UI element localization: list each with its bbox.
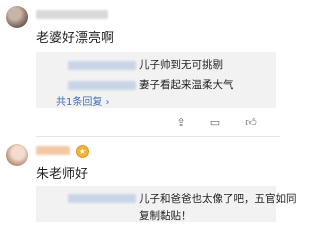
reply-username-blurred[interactable] bbox=[68, 81, 136, 90]
comment-actions: ⇪ ▭ 👍︎ bbox=[174, 116, 274, 130]
like-icon[interactable]: 👍︎ bbox=[244, 116, 258, 130]
avatar[interactable] bbox=[6, 6, 28, 28]
reply-icon[interactable]: ▭ bbox=[208, 116, 222, 130]
reply-item[interactable]: 儿子帅到无可挑剔 bbox=[36, 57, 276, 75]
reply-username-blurred[interactable] bbox=[68, 194, 136, 203]
divider bbox=[36, 136, 280, 137]
comment-text: 朱老师好 bbox=[36, 167, 89, 182]
reply-text: 妻子看起来温柔大气 bbox=[139, 79, 234, 91]
share-icon[interactable]: ⇪ bbox=[174, 116, 188, 130]
comment-text: 老婆好漂亮啊 bbox=[36, 31, 115, 46]
comment-item-1: 老婆好漂亮啊 儿子帅到无可挑剔 妻子看起来温柔大气 共1条回复 › ⇪ ▭ 👍︎ bbox=[0, 0, 280, 136]
avatar[interactable] bbox=[6, 144, 28, 166]
vip-badge-icon: ★ bbox=[76, 145, 89, 158]
reply-text: 儿子帅到无可挑剔 bbox=[139, 59, 223, 71]
reply-username-blurred[interactable] bbox=[68, 61, 136, 70]
view-replies-link[interactable]: 共1条回复 › bbox=[56, 93, 110, 108]
replies-box[interactable]: 儿子和爸爸也太像了吧，五官如同复制黏贴！ bbox=[36, 186, 297, 222]
reply-item[interactable]: 儿子和爸爸也太像了吧，五官如同复制黏贴！ bbox=[36, 188, 297, 222]
comment-item-2: ★ 朱老师好 儿子和爸爸也太像了吧，五官如同复制黏贴！ bbox=[0, 138, 297, 244]
username-blurred[interactable] bbox=[36, 10, 108, 19]
reply-text: 儿子和爸爸也太像了吧，五官如同复制黏贴！ bbox=[139, 193, 297, 222]
username-blurred[interactable] bbox=[36, 146, 70, 155]
